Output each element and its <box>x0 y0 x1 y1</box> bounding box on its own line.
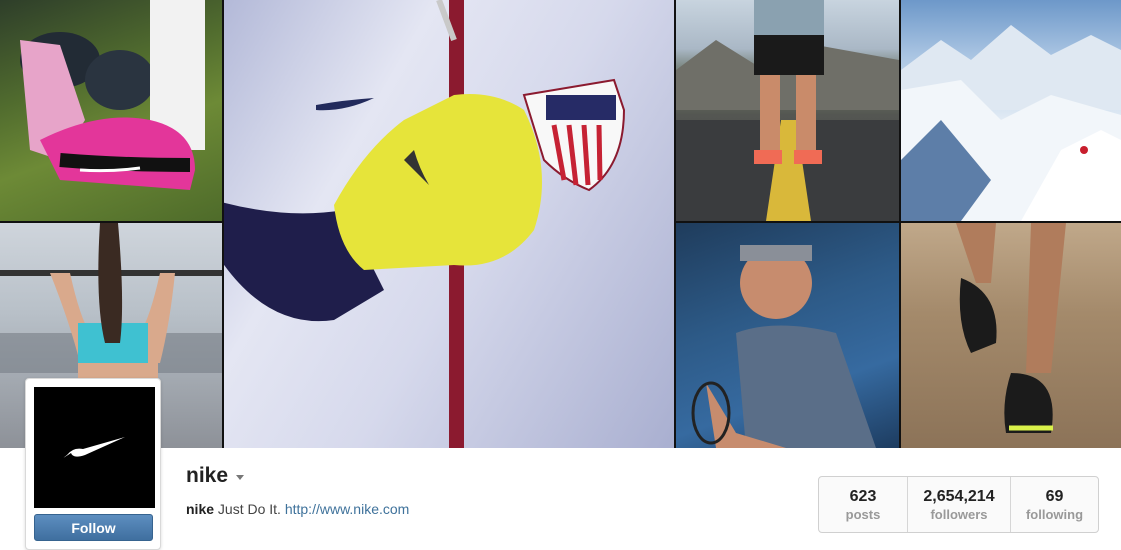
photo-tile-mountains[interactable] <box>901 0 1121 221</box>
nike-swoosh-icon <box>63 436 125 458</box>
stat-following[interactable]: 69 following <box>1010 477 1098 532</box>
profile-username: nike <box>186 464 229 487</box>
photo-tile-trail-runner[interactable] <box>901 223 1121 448</box>
profile-bio: nike Just Do It. http://www.nike.com <box>186 501 409 517</box>
bio-text: Just Do It. <box>217 501 281 517</box>
photo-tile-tennis[interactable] <box>676 223 899 448</box>
stat-followers[interactable]: 2,654,214 followers <box>907 477 1010 532</box>
stat-following-value: 69 <box>1045 487 1064 505</box>
stat-posts-label: posts <box>845 506 881 522</box>
stat-followers-value: 2,654,214 <box>923 487 995 505</box>
username-row[interactable]: nike <box>186 464 245 488</box>
photo-tile-road-runner[interactable] <box>676 0 899 221</box>
profile-avatar-card: Follow <box>25 378 161 550</box>
photo-tile-goalkeeper[interactable] <box>224 0 674 448</box>
follow-button[interactable]: Follow <box>34 514 153 541</box>
caret-down-icon[interactable] <box>236 475 245 480</box>
stat-following-label: following <box>1025 506 1084 522</box>
photo-mosaic <box>0 0 1121 448</box>
stat-followers-label: followers <box>930 506 988 522</box>
profile-stats: 623 posts 2,654,214 followers 69 followi… <box>818 476 1099 533</box>
photo-tile-cleats[interactable] <box>0 0 222 221</box>
stat-posts[interactable]: 623 posts <box>819 477 907 532</box>
bio-link[interactable]: http://www.nike.com <box>285 501 410 517</box>
avatar[interactable] <box>34 387 155 508</box>
bio-name: nike <box>186 501 215 517</box>
stat-posts-value: 623 <box>849 487 877 505</box>
